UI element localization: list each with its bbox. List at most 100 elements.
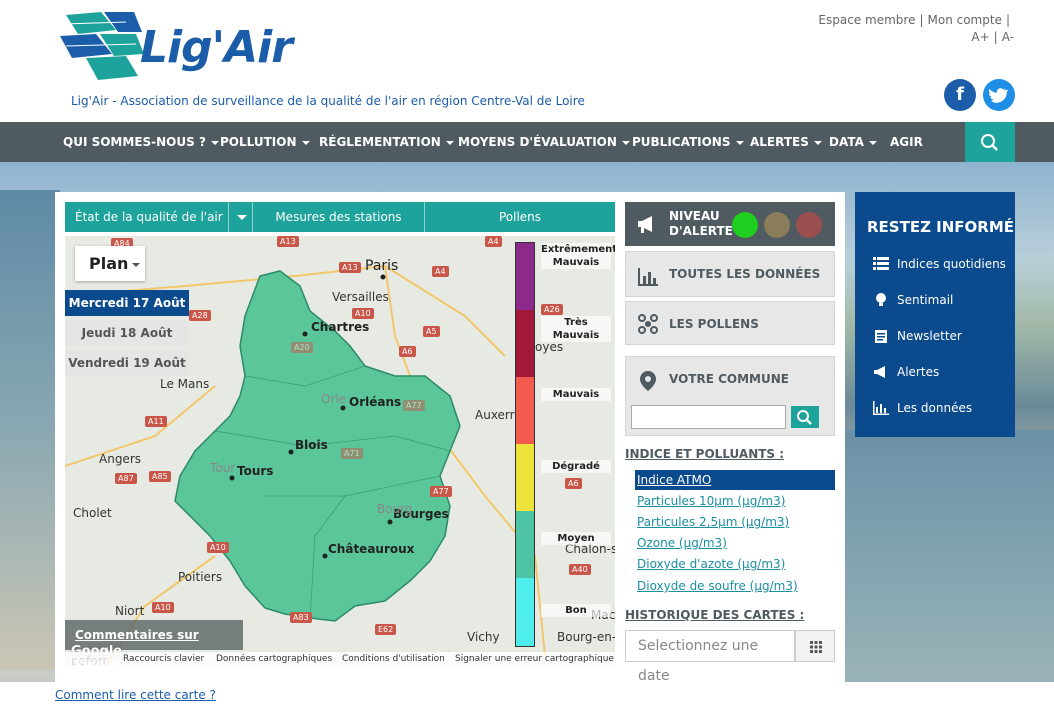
legend-color-medium: [516, 511, 534, 578]
map-tabs: État de la qualité de l'air Mesures des …: [65, 202, 615, 232]
all-data-button[interactable]: TOUTES LES DONNÉES: [625, 251, 835, 297]
map-city-label: Bourg: [377, 502, 413, 516]
how-to-read-map-link[interactable]: Comment lire cette carte ?: [55, 688, 216, 702]
background-river-right: [845, 430, 1054, 690]
pollutant-item-ozone[interactable]: Ozone (µg/m3): [635, 533, 835, 553]
map-city-label: Blois: [295, 438, 328, 452]
dropdown-toggle[interactable]: [228, 202, 253, 232]
member-area-link[interactable]: Espace membre: [818, 13, 915, 27]
day-button-after-tomorrow[interactable]: Vendredi 19 Août: [65, 350, 189, 376]
map-city-label: Cholet: [73, 506, 112, 520]
pollutant-item-pm25[interactable]: Particules 2,5µm (µg/m3): [635, 512, 835, 532]
road-marker: A26: [541, 304, 563, 315]
road-marker: A85: [149, 471, 171, 482]
map-pin-icon: [640, 371, 656, 391]
map-city-label: Orléans: [349, 395, 402, 409]
map-footer: Raccourcis clavier Données cartographiqu…: [65, 652, 615, 666]
road-marker: A40: [569, 564, 591, 575]
calendar-grid-icon: [810, 641, 822, 653]
lightbulb-icon: [876, 293, 886, 306]
my-account-link[interactable]: Mon compte: [928, 13, 1002, 27]
logo-text: Lig'Air: [140, 22, 293, 73]
twitter-icon[interactable]: [983, 79, 1015, 111]
nav-item-alerts[interactable]: ALERTES: [750, 122, 822, 162]
legend-color-extremely-bad: [516, 243, 534, 310]
chevron-down-icon: [621, 140, 630, 145]
facebook-icon[interactable]: f: [944, 79, 976, 111]
background-river-left: [0, 190, 60, 670]
commune-search-box: VOTRE COMMUNE: [625, 356, 835, 436]
terms-link[interactable]: Conditions d'utilisation: [342, 652, 445, 666]
map-city-label: Châteauroux: [328, 542, 415, 556]
megaphone-icon: [638, 216, 652, 233]
map-city-label: Vichy: [467, 630, 500, 644]
pollens-button[interactable]: LES POLLENS: [625, 301, 835, 345]
alert-level-box[interactable]: NIVEAU D'ALERTE: [625, 202, 835, 246]
chevron-down-icon: [445, 140, 454, 145]
font-increase-button[interactable]: A+: [971, 30, 989, 44]
keyboard-shortcuts-link[interactable]: Raccourcis clavier: [123, 652, 204, 666]
road-marker: A6: [399, 346, 416, 357]
calendar-button[interactable]: [795, 630, 835, 662]
chevron-down-icon: [210, 140, 219, 145]
map-city-label: Orle: [321, 392, 347, 406]
map-city-label: oyes: [535, 340, 564, 354]
map-city-label: Chartres: [311, 320, 370, 334]
nav-item-data[interactable]: DATA: [829, 122, 877, 162]
commune-input[interactable]: [631, 405, 786, 429]
megaphone-icon: [874, 366, 885, 378]
commune-search-button[interactable]: [791, 406, 819, 428]
pollutant-item-so2[interactable]: Dioxyde de soufre (µg/m3): [635, 576, 835, 596]
search-icon: [981, 134, 998, 151]
map-type-dropdown[interactable]: Plan: [75, 246, 145, 281]
road-marker: A6: [565, 478, 582, 489]
day-button-tomorrow[interactable]: Jeudi 18 Août: [65, 320, 189, 346]
nav-item-regulation[interactable]: RÉGLEMENTATION: [319, 122, 454, 162]
nav-item-act[interactable]: AGIR: [890, 122, 923, 162]
road-marker: A4: [432, 266, 449, 277]
nav-item-about[interactable]: QUI SOMMES-NOUS ?: [63, 122, 219, 162]
legend-label: Bon: [541, 604, 611, 617]
tab-air-quality[interactable]: État de la qualité de l'air: [65, 202, 253, 232]
list-icon: [873, 257, 889, 270]
indices-section-title: INDICE ET POLLUANTS :: [625, 447, 785, 461]
site-tagline: Lig'Air - Association de surveillance de…: [71, 94, 585, 108]
road-marker: A4: [485, 236, 502, 247]
road-marker: A10: [207, 542, 229, 553]
road-marker: A87: [115, 473, 137, 484]
pollutant-item-no2[interactable]: Dioxyde d'azote (µg/m3): [635, 554, 835, 574]
pollutant-item-atmo[interactable]: Indice ATMO: [635, 470, 835, 490]
map-city-label: Angers: [99, 452, 141, 466]
font-decrease-button[interactable]: A-: [1002, 30, 1014, 44]
tab-station-measures[interactable]: Mesures des stations: [253, 202, 425, 232]
legend-label: Dégradé: [541, 460, 611, 473]
alert-level-label: NIVEAU D'ALERTE: [669, 209, 733, 238]
nav-search-button[interactable]: [965, 122, 1015, 162]
road-marker: A20: [291, 342, 313, 353]
legend-color-bad: [516, 377, 534, 444]
road-marker: A11: [145, 416, 167, 427]
road-marker: A28: [189, 310, 211, 321]
chevron-down-icon: [132, 262, 141, 267]
chevron-down-icon: [868, 140, 877, 145]
search-icon: [797, 410, 812, 425]
bar-chart-icon: [638, 268, 658, 286]
day-button-today[interactable]: Mercredi 17 Août: [65, 290, 189, 316]
report-error-link[interactable]: Signaler une erreur cartographique: [455, 652, 614, 666]
nav-item-publications[interactable]: PUBLICATIONS: [632, 122, 744, 162]
air-quality-map[interactable]: Paris Versailles Chartres Orléans Blois …: [65, 236, 615, 666]
map-data-link[interactable]: Données cartographiques: [216, 652, 332, 666]
pollutant-item-pm10[interactable]: Particules 10µm (µg/m3): [635, 491, 835, 511]
chevron-down-icon: [301, 140, 310, 145]
legend-label: Mauvais: [541, 388, 611, 401]
legend-scale: [515, 242, 535, 647]
date-picker-input[interactable]: Selectionnez une date: [625, 630, 795, 684]
road-marker: A77: [403, 400, 425, 411]
nav-item-evaluation[interactable]: MOYENS D'ÉVALUATION: [458, 122, 630, 162]
road-marker: E62: [375, 624, 397, 635]
road-marker: A83: [290, 612, 312, 623]
road-marker: A77: [430, 486, 452, 497]
tab-pollens[interactable]: Pollens: [425, 202, 615, 232]
road-marker: A10: [352, 308, 374, 319]
nav-item-pollution[interactable]: POLLUTION: [220, 122, 310, 162]
